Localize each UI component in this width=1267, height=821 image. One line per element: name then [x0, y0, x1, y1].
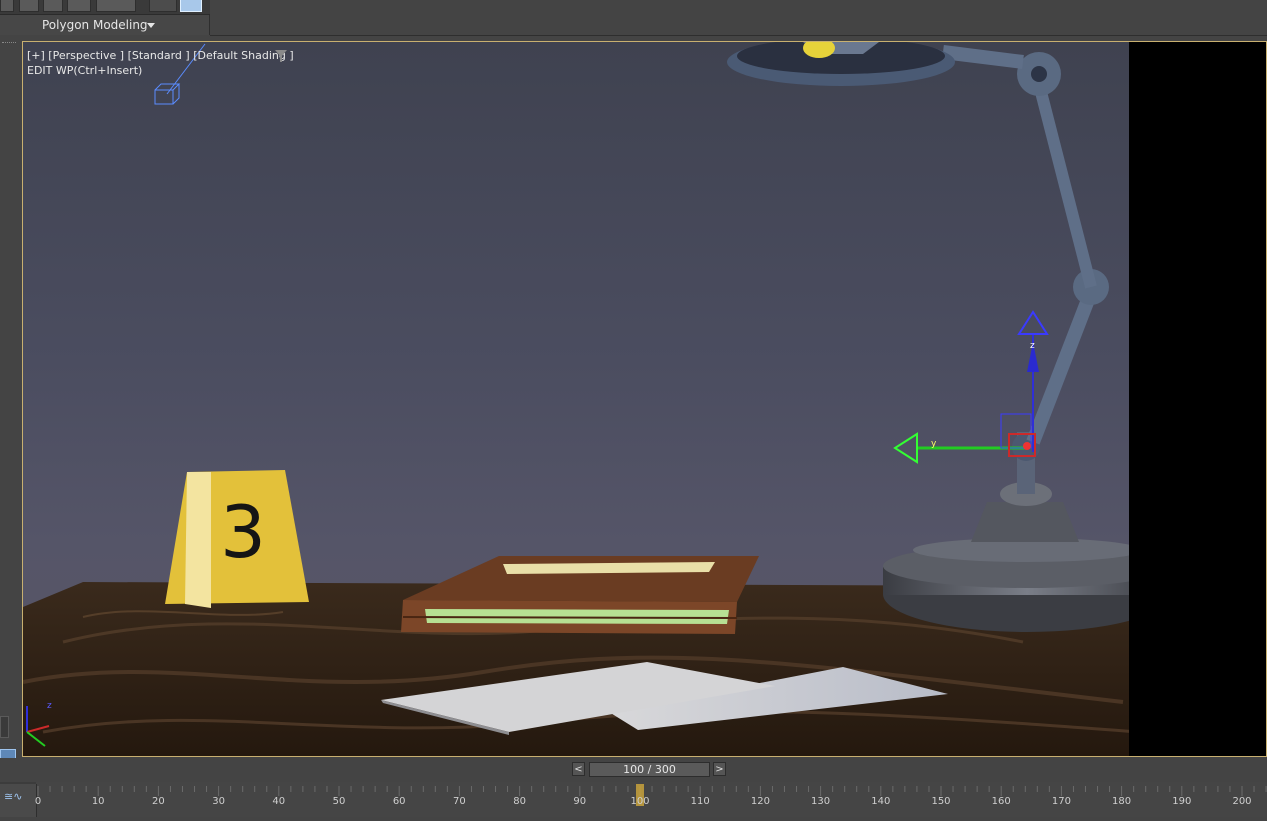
gizmo-z-label: z	[1030, 341, 1035, 351]
select-tool-icon[interactable]	[0, 0, 14, 12]
evidence-marker: 3	[165, 470, 309, 608]
scene-render[interactable]: 3 z y z	[23, 42, 1267, 757]
timeline-tick-label: 10	[91, 796, 105, 807]
select-cursor-icon[interactable]	[43, 0, 63, 12]
timeline-tick-label: 90	[573, 796, 587, 807]
tripod-z-label: z	[47, 701, 52, 711]
timeline-tick-label: 40	[272, 796, 286, 807]
gizmo-y-label: y	[931, 439, 937, 449]
polygon-modeling-label: Polygon Modeling	[42, 18, 148, 32]
timeline-tick-label: 180	[1112, 796, 1132, 807]
filter-funnel-icon[interactable]	[275, 50, 287, 62]
time-slider: < 100 / 300 >	[0, 758, 1267, 782]
drag-handle[interactable]	[2, 42, 16, 45]
left-edge-button[interactable]	[0, 716, 9, 738]
rotate-tool-icon[interactable]	[67, 0, 91, 12]
curve-editor-icon[interactable]: ≅∿	[0, 784, 37, 817]
book	[401, 556, 759, 634]
perspective-viewport[interactable]: 3 z y z [+] [Perspective] [Standard] […	[22, 41, 1267, 757]
timeline-tick-label: 20	[152, 796, 165, 807]
render-button-icon[interactable]	[149, 0, 177, 12]
active-panel-icon[interactable]	[180, 0, 202, 12]
timeline-tick-label: 120	[750, 796, 770, 807]
timeline-tick-label: 30	[212, 796, 225, 807]
left-command-edge	[0, 36, 22, 781]
timeline-tick-label: 200	[1232, 796, 1252, 807]
frame-counter[interactable]: 100 / 300	[589, 762, 710, 777]
timeline-tick-label: 130	[811, 796, 831, 807]
viewport-label-menu[interactable]: [+] [Perspective ] [Standard ] [Default …	[27, 49, 294, 62]
timeline-tick-label: 110	[690, 796, 710, 807]
timeline-tick-label: 50	[332, 796, 346, 807]
timeline-tick-label: 190	[1172, 796, 1192, 807]
snap-toggle-icon[interactable]	[96, 0, 136, 12]
timeline-tick-label: 60	[392, 796, 406, 807]
timeline-tick-label: 0	[34, 796, 42, 807]
polygon-modeling-tab[interactable]: Polygon Modeling	[0, 15, 210, 35]
timeline-tick-label: 170	[1051, 796, 1071, 807]
viewport-safe-frame	[1129, 42, 1266, 756]
curve-editor-glyph: ≅∿	[4, 790, 23, 803]
timeline-tick-label: 160	[991, 796, 1011, 807]
edit-workplane-hint: EDIT WP(Ctrl+Insert)	[27, 64, 143, 77]
ribbon: Polygon Modeling	[0, 0, 1267, 36]
evidence-marker-number: 3	[220, 490, 266, 574]
timeline-tick-label: 70	[453, 796, 466, 807]
timeline-tick-label: 80	[513, 796, 526, 807]
ribbon-divider	[210, 35, 1267, 36]
timeline-tick-label: 150	[931, 796, 951, 807]
select-region-icon[interactable]	[19, 0, 39, 12]
next-frame-button[interactable]: >	[713, 762, 726, 776]
timeline-tick-label: 100	[630, 796, 650, 807]
timeline-tick-label: 140	[871, 796, 891, 807]
desk-lamp	[727, 42, 1171, 632]
caret-down-icon[interactable]	[147, 23, 155, 28]
prev-frame-button[interactable]: <	[572, 762, 585, 776]
